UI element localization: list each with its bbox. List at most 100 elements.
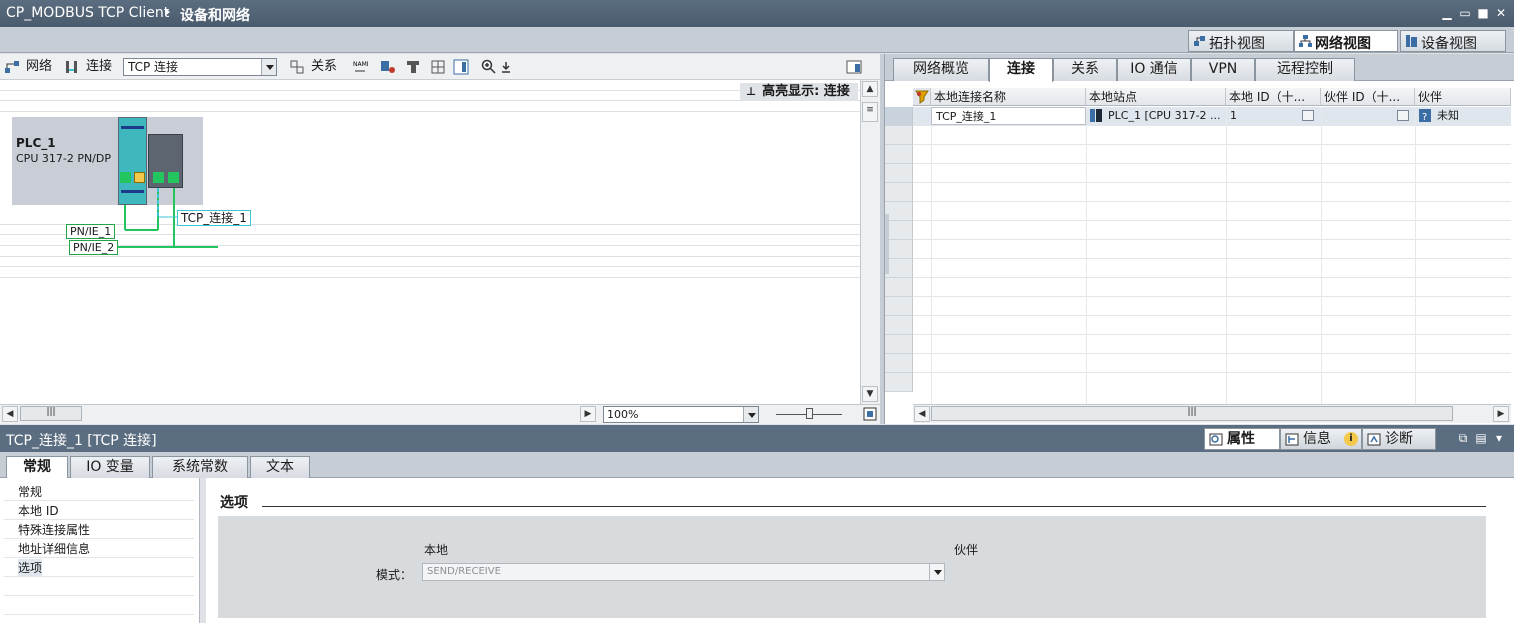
scroll-down-icon[interactable]: ▼	[862, 386, 878, 402]
nav-divider	[4, 614, 194, 615]
tab-info[interactable]: 信息 i	[1280, 428, 1362, 450]
partner-label: 伙伴	[954, 543, 979, 557]
maximize-icon[interactable]: ■	[1476, 6, 1490, 20]
tab-topology-view[interactable]: 拓扑视图	[1188, 30, 1294, 52]
tab-network-view[interactable]: 网络视图	[1294, 30, 1398, 52]
header-partner[interactable]: 伙伴	[1415, 88, 1511, 106]
header-local-name[interactable]: 本地连接名称	[931, 88, 1086, 106]
row-header[interactable]	[885, 221, 913, 240]
scroll-thumb[interactable]: |||	[20, 406, 82, 421]
cell-partner-id[interactable]	[1321, 107, 1415, 125]
header-local-id[interactable]: 本地 ID（十...	[1226, 88, 1321, 106]
tab-vpn[interactable]: VPN	[1191, 58, 1255, 81]
tab-connections[interactable]: 连接	[989, 58, 1053, 82]
download-icon[interactable]	[498, 59, 514, 75]
tab-general[interactable]: 常规	[6, 456, 68, 479]
cell-partner[interactable]: ? 未知	[1415, 107, 1511, 125]
close-icon[interactable]: ✕	[1494, 6, 1508, 20]
scroll-thumb[interactable]: ≡	[862, 102, 878, 122]
nav-address-details[interactable]: 地址详细信息	[18, 540, 90, 557]
restore-icon[interactable]: ▭	[1458, 6, 1472, 20]
row-header[interactable]	[885, 316, 913, 335]
table-horizontal-scrollbar[interactable]: ◀ ||| ▶	[913, 404, 1511, 423]
row-header[interactable]	[885, 183, 913, 202]
mode-select[interactable]: SEND/RECEIVE	[422, 563, 945, 581]
zoom-icon[interactable]	[481, 59, 497, 75]
scroll-left-icon[interactable]: ◀	[914, 406, 930, 422]
row-header[interactable]	[885, 335, 913, 354]
nav-options[interactable]: 选项	[18, 559, 43, 576]
nav-divider	[4, 519, 194, 520]
tab-diagnostics[interactable]: 诊断	[1362, 428, 1436, 450]
cell-local-station[interactable]: PLC_1 [CPU 317-2 ...	[1086, 107, 1226, 125]
row-header[interactable]	[885, 297, 913, 316]
row-header[interactable]	[885, 278, 913, 297]
nav-general[interactable]: 常规	[18, 483, 42, 500]
nav-local-id[interactable]: 本地 ID	[18, 502, 59, 519]
scroll-right-icon[interactable]: ▶	[580, 406, 596, 422]
connection-button[interactable]: 连接	[86, 58, 112, 76]
tab-relations[interactable]: 关系	[1053, 58, 1117, 81]
list-icon[interactable]	[1397, 110, 1409, 121]
cell-connection-name[interactable]: TCP_连接_1	[931, 107, 1086, 125]
tcp-connection-label[interactable]: TCP_连接_1	[177, 210, 251, 226]
row-header[interactable]	[885, 202, 913, 221]
diagnostics-icon	[1367, 433, 1381, 446]
tab-properties[interactable]: 属性	[1204, 428, 1280, 450]
row-header[interactable]	[885, 145, 913, 164]
subnet-label-1[interactable]: PN/IE_1	[66, 224, 116, 239]
row-header[interactable]	[885, 354, 913, 373]
zoom-select[interactable]: 100%	[603, 406, 759, 423]
nav-special-properties[interactable]: 特殊连接属性	[18, 521, 90, 538]
scroll-thumb[interactable]: |||	[931, 406, 1453, 421]
overview-icon[interactable]	[863, 407, 877, 421]
row-header[interactable]	[885, 126, 913, 145]
tab-io-communication[interactable]: IO 通信	[1117, 58, 1191, 81]
subnet-label-2[interactable]: PN/IE_2	[69, 240, 119, 255]
scroll-left-icon[interactable]: ◀	[2, 406, 18, 422]
row-header[interactable]	[885, 373, 913, 392]
header-partner-id[interactable]: 伙伴 ID（十...	[1321, 88, 1415, 106]
row-header[interactable]	[885, 259, 913, 278]
network-button[interactable]: 网络	[26, 58, 52, 76]
info-icon	[1285, 433, 1299, 446]
scroll-up-icon[interactable]: ▲	[862, 81, 878, 97]
network-canvas[interactable]: ⊥ 高亮显示: 连接 PLC_1 CPU 317-2 PN/DP TCP_连接_1…	[0, 80, 860, 404]
highlight-label[interactable]: ⊥ 高亮显示: 连接	[740, 83, 858, 101]
tab-texts[interactable]: 文本	[250, 456, 310, 478]
row-header[interactable]	[885, 164, 913, 183]
canvas-bottom-bar: ◀ ||| ▶ 100%	[0, 404, 880, 424]
tab-system-constants[interactable]: 系统常数	[152, 456, 248, 478]
row-header[interactable]	[885, 107, 913, 126]
minimize-icon[interactable]: ▁	[1440, 6, 1454, 20]
pin-icon: ⊥	[746, 85, 757, 98]
tab-network-overview[interactable]: 网络概览	[893, 58, 989, 81]
tab-label: 信息	[1303, 431, 1331, 447]
highlight-text: 高亮显示: 连接	[762, 84, 850, 99]
grid-icon[interactable]	[430, 59, 446, 75]
tab-device-view[interactable]: 设备视图	[1400, 30, 1506, 52]
cell-local-id[interactable]: 1	[1226, 107, 1321, 125]
tab-remote-control[interactable]: 远程控制	[1255, 58, 1355, 81]
module-icon[interactable]	[405, 59, 421, 75]
row-header[interactable]	[885, 240, 913, 259]
connection-type-select[interactable]: TCP 连接	[123, 58, 277, 76]
local-label: 本地	[424, 543, 449, 557]
table-view-icon[interactable]	[453, 59, 469, 75]
device-config-icon[interactable]	[380, 59, 396, 75]
name-icon[interactable]: NAME	[352, 59, 368, 75]
device-icon	[1406, 35, 1417, 47]
filter-header[interactable]	[913, 88, 931, 106]
relation-button[interactable]: 关系	[311, 58, 337, 76]
collapse-icon[interactable]: ▾	[1492, 431, 1506, 445]
scroll-right-icon[interactable]: ▶	[1493, 406, 1509, 422]
canvas-vertical-scrollbar[interactable]: ▲ ≡ ▼	[860, 80, 880, 404]
header-local-station[interactable]: 本地站点	[1086, 88, 1226, 106]
collapse-handle[interactable]	[885, 214, 889, 274]
list-icon[interactable]	[1302, 110, 1314, 121]
zoom-slider-handle[interactable]	[806, 408, 813, 419]
tab-io-tags[interactable]: IO 变量	[70, 456, 150, 478]
float-icon[interactable]: ⧉	[1456, 431, 1470, 445]
panel-toggle-icon[interactable]	[846, 59, 862, 75]
panel-menu-icon[interactable]: ▤	[1474, 431, 1488, 445]
